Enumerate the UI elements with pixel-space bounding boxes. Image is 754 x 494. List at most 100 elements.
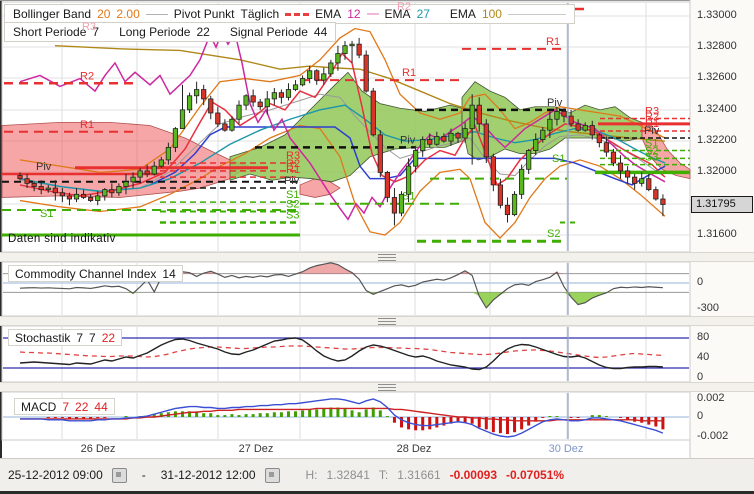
macd-hist-up [272,412,276,417]
candle-down [24,178,30,184]
stochastic-panel-title: Stochastik 7 7 22 [8,329,123,346]
panel-splitter-1[interactable] [0,252,754,262]
macd-hist-up [223,415,227,417]
change-absolute: -0.00093 [449,468,497,482]
date-from-field[interactable]: 25-12-2012 09:00 [8,468,103,482]
macd-hist-down [96,417,100,418]
stoch-axis-label: 40 [697,351,710,363]
macd-hist-up [357,412,361,417]
candle-up [335,53,341,64]
candle-up [639,178,645,184]
candle-up [95,195,101,201]
cci-axis-label: 0 [697,276,704,288]
macd-hist-down [103,417,107,418]
date-to-field[interactable]: 31-12-2012 12:00 [161,468,256,482]
macd-hist-up [258,413,262,417]
macd-hist-up [548,416,552,417]
candle-down [384,172,390,198]
macd-hist-up [279,412,283,417]
date-range-separator: - [141,468,146,482]
candle-up [299,78,306,86]
macd-hist-down [46,417,50,418]
pivot-label: Piv [36,161,52,173]
macd-hist-up [555,416,559,417]
panel-splitter-3[interactable] [0,382,754,392]
macd-hist-down [541,417,545,418]
candle-up [285,89,292,98]
macd-p3: 44 [94,399,108,414]
status-bar: 25-12-2012 09:00 - 31-12-2012 12:00 H: 1… [0,458,754,491]
candle-down [363,54,369,92]
candle-down [504,204,511,216]
candle-up [271,92,277,100]
macd-hist-up [364,409,368,417]
candle-up [307,70,313,79]
candle-down [59,192,65,197]
ema27-period: 27 [416,7,430,21]
candle-up [158,159,164,167]
pivot-label: Piv [284,175,300,187]
candle-down [568,115,574,125]
calendar-icon[interactable] [111,467,127,483]
signal-period-label: Signal Periode [229,25,308,39]
macd-hist-up [350,410,354,417]
pivot-label: S2 [547,228,560,240]
macd-hist-up [294,411,298,417]
macd-hist-down [569,417,573,418]
macd-hist-down [661,417,665,430]
candle-up [73,193,80,200]
macd-hist-down [456,417,460,422]
macd-axis-label: -0.002 [697,430,729,442]
candle-down [455,132,461,139]
splitter-grip-icon[interactable] [378,318,396,326]
candle-up [236,104,242,120]
candle-down [391,197,398,214]
candle-up [102,189,108,197]
pivot-label: R2 [80,70,94,82]
splitter-grip-icon[interactable] [378,254,396,262]
stoch-label: Stochastik [15,330,71,345]
macd-hist-up [237,415,241,417]
candle-down [201,89,207,100]
candle-down [427,139,433,145]
macd-axis-label: 0.002 [697,392,725,404]
candle-up [130,176,136,183]
candle-down [575,123,581,131]
ema12-line-sample [366,13,379,15]
pivot-mode: Täglich [240,7,280,21]
calendar-icon[interactable] [264,467,280,483]
macd-hist-up [343,408,347,417]
candle-up [165,146,171,161]
candle-down [250,95,256,103]
candle-down [596,134,602,144]
candle-up [194,89,200,97]
macd-hist-up [286,411,290,417]
macd-axis-label: 0 [697,410,704,422]
candle-down [377,134,383,173]
candle-up [462,128,468,139]
candle-down [222,123,228,131]
candle-up [349,43,355,47]
candle-up [469,104,475,130]
trading-chart-window: R2 R1 Piv S1 R3 R2 R1 Piv S1 S2 S3 R1 Piv S1 R1 Piv S2 S1… [0,0,754,494]
macd-hist-down [392,417,396,423]
candle-up [186,95,193,111]
x-axis-label: 30 Dez [548,443,584,455]
candle-down [497,184,504,206]
bollinger-label: Bollinger Band [13,7,92,21]
candle-down [632,176,638,184]
candle-down [476,104,482,125]
price-axis-label: 1.32600 [697,71,737,83]
candle-down [38,186,44,191]
macd-hist-up [209,413,213,417]
pivot-label: Pivot Punkt [173,7,235,21]
candle-down [17,175,23,180]
pivot-label: R1 [402,67,416,79]
panel-splitter-2[interactable] [0,316,754,326]
macd-hist-down [520,417,524,430]
splitter-grip-icon[interactable] [378,384,396,392]
cci-label: Commodity Channel Index [15,266,157,281]
chart-canvas: R2 R1 Piv S1 R3 R2 R1 Piv S1 S2 S3 R1 Piv S1 R1 Piv S2 S1… [0,0,754,463]
macd-hist-up [216,415,220,417]
high-label: H: [305,468,318,482]
